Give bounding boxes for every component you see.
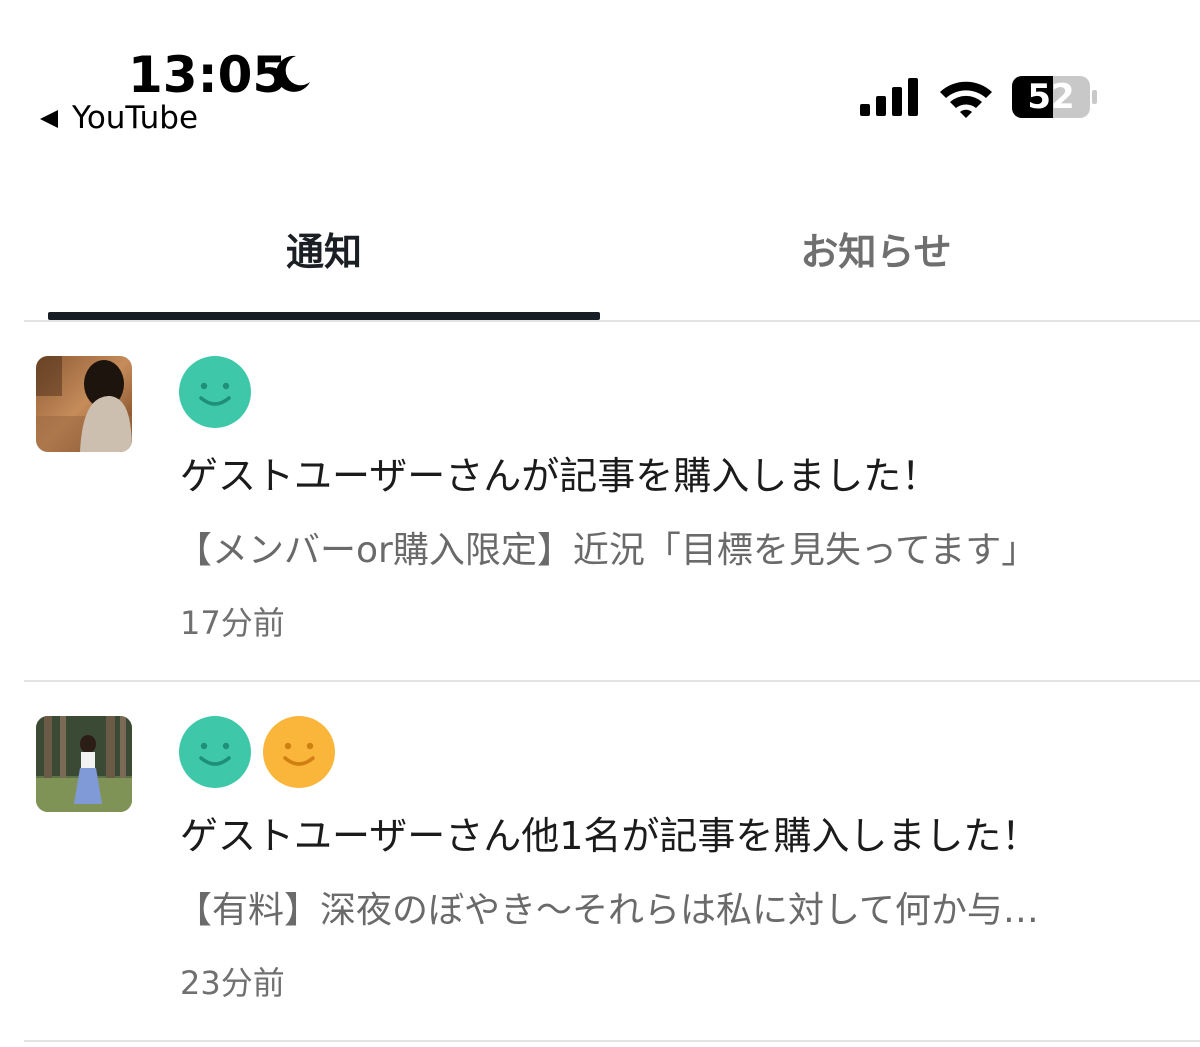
article-thumbnail — [36, 356, 132, 452]
moon-icon — [275, 55, 310, 92]
notification-time: 17分前 — [180, 604, 285, 642]
tab-notifications[interactable]: 通知 — [48, 222, 600, 282]
tab-announcements[interactable]: お知らせ — [600, 222, 1152, 282]
notification-message: ゲストユーザーさん他1名が記事を購入しました！ — [180, 814, 1040, 858]
wifi-icon — [940, 81, 992, 118]
smile-face-icon — [179, 356, 251, 428]
cellular-signal-icon — [860, 78, 918, 116]
selected-tab-indicator — [48, 312, 600, 320]
notification-time: 23分前 — [180, 964, 285, 1002]
article-thumbnail — [36, 716, 132, 812]
notifications-screen: 13:05 YouTube 52 通知 お知らせ ゲストユーザーさんが記事を購入… — [0, 0, 1200, 1047]
tabs-divider — [24, 320, 1200, 322]
row-divider — [24, 680, 1200, 682]
back-arrow-icon[interactable] — [38, 108, 60, 130]
article-title[interactable]: 【メンバーor購入限定】近況「目標を見失ってます」 — [176, 528, 1037, 574]
back-to-app-link[interactable]: YouTube — [72, 100, 198, 136]
row-divider — [24, 1040, 1200, 1042]
smile-face-icon — [263, 716, 335, 788]
article-title[interactable]: 【有料】深夜のぼやき〜それらは私に対して何か与… — [176, 888, 1039, 934]
status-time: 13:05 — [128, 46, 288, 104]
battery-percentage: 52 — [1027, 77, 1075, 117]
smile-face-icon — [179, 716, 251, 788]
notification-message: ゲストユーザーさんが記事を購入しました！ — [180, 454, 940, 498]
